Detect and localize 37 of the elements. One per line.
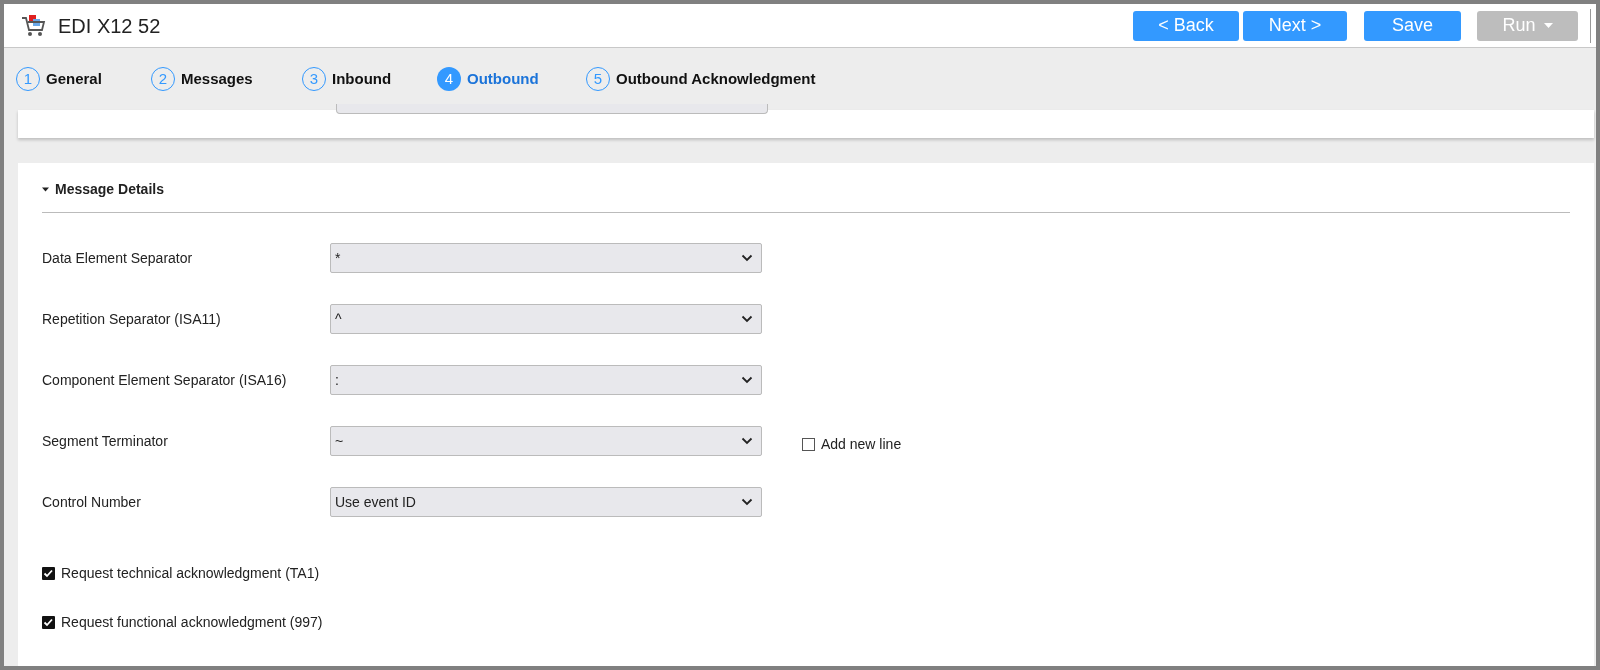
dropdown-field[interactable]: ^ xyxy=(330,304,762,334)
step-number: 4 xyxy=(437,67,461,91)
field-label: Repetition Separator (ISA11) xyxy=(42,309,222,329)
checkbox-label: Add new line xyxy=(821,434,902,454)
checkbox[interactable] xyxy=(42,567,55,580)
caret-icon[interactable] xyxy=(42,186,49,193)
step-label: Inbound xyxy=(332,68,392,89)
step-label: Messages xyxy=(181,68,253,89)
shopping-cart-icon xyxy=(20,12,46,39)
dropdown-field[interactable]: ~ xyxy=(330,426,762,456)
wizard-step[interactable]: 3 Inbound xyxy=(302,67,437,91)
window-title: EDI X12 52 xyxy=(58,13,161,39)
section-title[interactable]: Message Details xyxy=(55,179,164,200)
step-label: Outbound Acknowledgment xyxy=(616,68,816,89)
dropdown-field[interactable]: * xyxy=(330,243,762,273)
wizard-step[interactable]: 1 General xyxy=(16,67,151,91)
wizard-step[interactable]: 5 Outbound Acknowledgment xyxy=(586,67,846,91)
field-label: Data Element Separator xyxy=(42,248,194,268)
dropdown-field[interactable] xyxy=(336,104,768,114)
wizard-step[interactable]: 2 Messages xyxy=(151,67,302,91)
chevron-down-icon xyxy=(741,437,753,445)
step-label: General xyxy=(46,68,102,89)
checkbox[interactable] xyxy=(802,437,815,451)
chevron-down-icon xyxy=(741,376,753,384)
dropdown-field[interactable]: Use event ID xyxy=(330,487,762,517)
dropdown-field[interactable]: : xyxy=(330,365,762,395)
field-label: Control Number xyxy=(42,492,142,512)
checkbox[interactable] xyxy=(42,616,55,629)
chevron-down-icon xyxy=(741,254,753,262)
field-label: Component Element Separator (ISA16) xyxy=(42,370,288,390)
step-label: Outbound xyxy=(467,68,539,89)
chevron-down-icon xyxy=(741,315,753,323)
chevron-down-icon xyxy=(741,498,753,506)
field-label: Segment Terminator xyxy=(42,431,169,451)
wizard-step[interactable]: 4 Outbound xyxy=(437,67,586,91)
checkbox-label: Request technical acknowledgment (TA1) xyxy=(61,564,320,583)
checkbox-label: Request functional acknowledgment (997) xyxy=(61,613,323,632)
